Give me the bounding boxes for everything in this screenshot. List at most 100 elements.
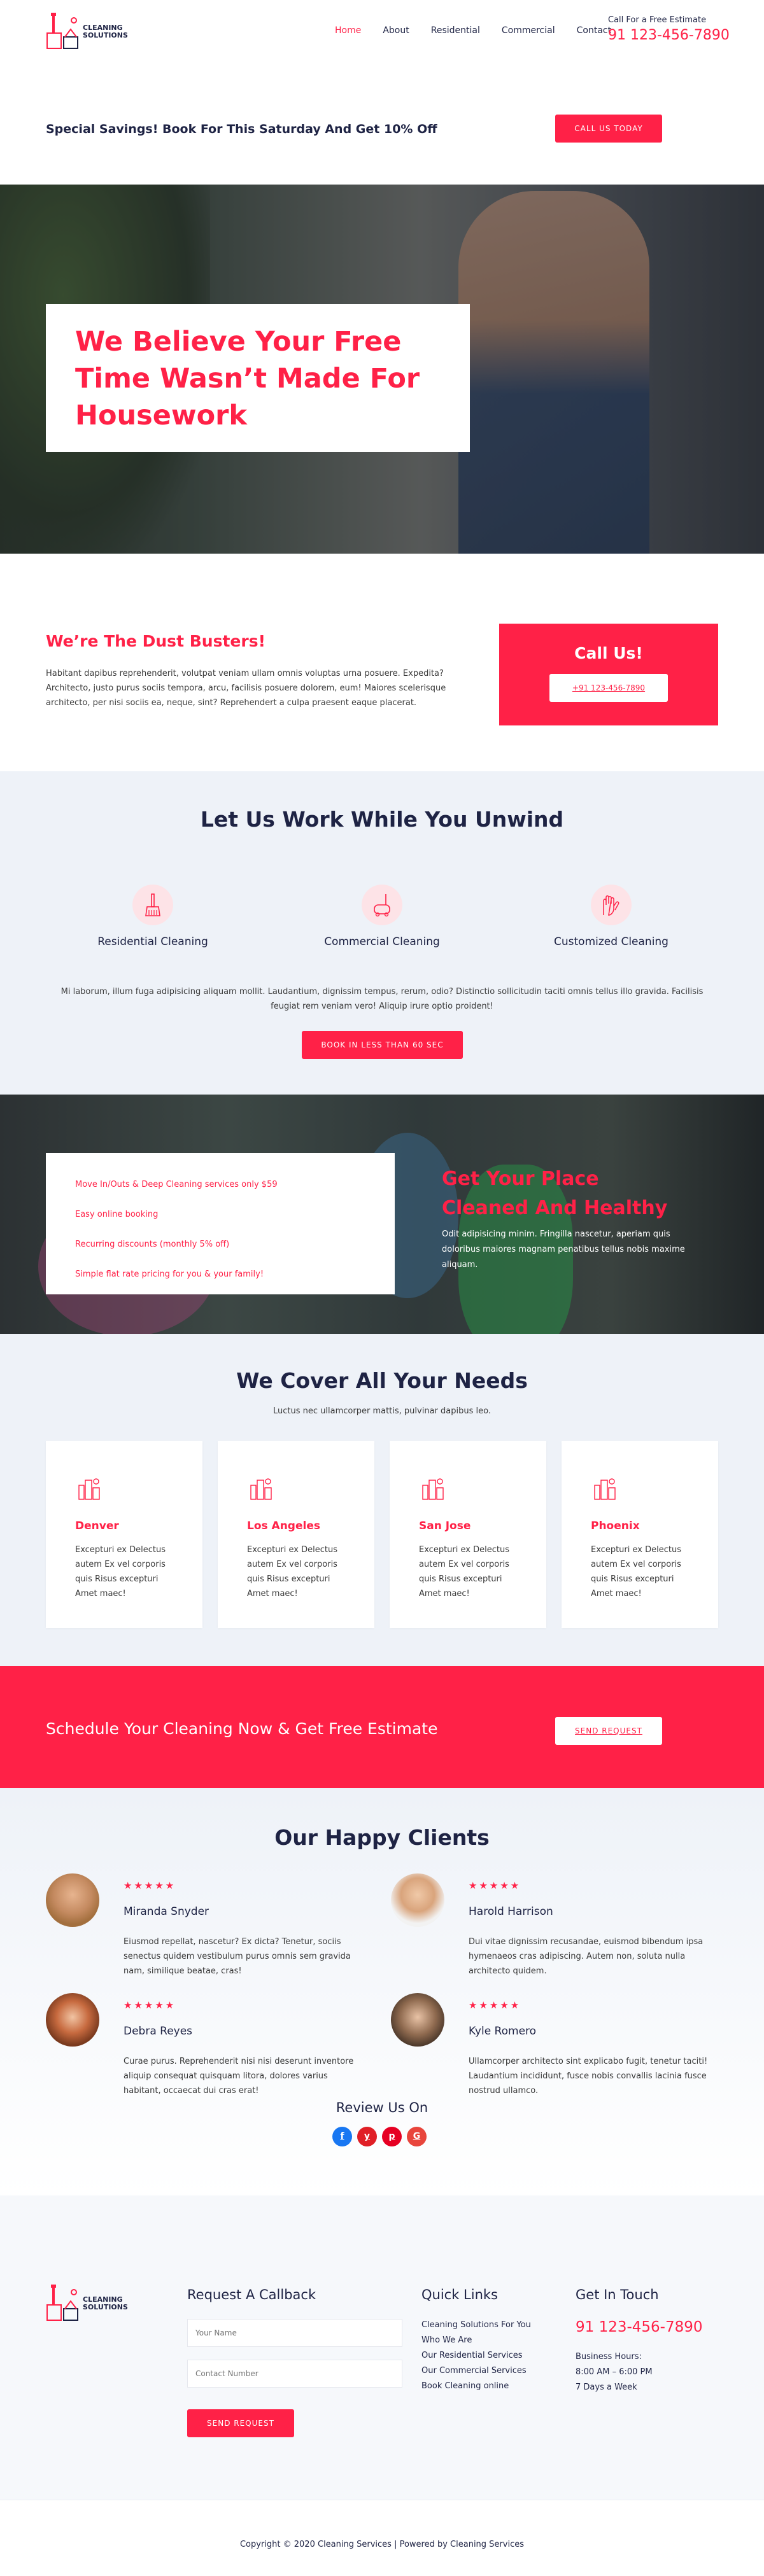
service-commercial[interactable]: Commercial Cleaning [286, 885, 478, 948]
service-label: Residential Cleaning [97, 935, 208, 948]
call-box: Call Us! +91 123-456-7890 [499, 624, 718, 725]
footer-send-request-button[interactable]: SEND REQUEST [187, 2409, 294, 2437]
quick-link[interactable]: Cleaning Solutions For You [421, 2318, 531, 2333]
city-card-phoenix[interactable]: Phoenix Excepturi ex Delectus autem Ex v… [562, 1441, 718, 1628]
feature-item: Easy online booking [75, 1210, 159, 1219]
city-name: San Jose [419, 1520, 471, 1532]
star-rating: ★★★★★ [124, 1999, 176, 2011]
header-estimate: Call For a Free Estimate 91 123-456-7890 [608, 15, 730, 43]
google-icon[interactable]: G [407, 2127, 427, 2146]
coverage-title: We Cover All Your Needs [236, 1368, 528, 1393]
pinterest-icon[interactable]: p [382, 2127, 402, 2146]
quick-link[interactable]: Our Residential Services [421, 2348, 531, 2363]
about-title: We’re The Dust Busters! [46, 632, 265, 650]
quick-link[interactable]: Our Commercial Services [421, 2363, 531, 2379]
coverage-subtitle: Luctus nec ullamcorper mattis, pulvinar … [273, 1406, 491, 1416]
reviewer-name: Harold Harrison [469, 1905, 553, 1918]
city-card-san-jose[interactable]: San Jose Excepturi ex Delectus autem Ex … [390, 1441, 546, 1628]
nav-contact[interactable]: Contact [577, 25, 611, 36]
quick-links: Cleaning Solutions For You Who We Are Ou… [421, 2318, 531, 2394]
business-hours: Business Hours: 8:00 AM – 6:00 PM 7 Days… [576, 2352, 653, 2392]
testimonials-section: Our Happy Clients ★★★★★ Miranda Snyder E… [0, 1788, 764, 2195]
services-description: Mi laborum, illum fuga adipisicing aliqu… [60, 987, 704, 1011]
review-text: Ullamcorper architecto sint explicabo fu… [469, 2057, 708, 2096]
get-in-touch-title: Get In Touch [576, 2287, 659, 2302]
city-text: Excepturi ex Delectus autem Ex vel corpo… [75, 1545, 166, 1599]
services-section: Let Us Work While You Unwind Residential… [0, 771, 764, 1095]
city-card-denver[interactable]: Denver Excepturi ex Delectus autem Ex ve… [46, 1441, 202, 1628]
estimate-label: Call For a Free Estimate [608, 15, 707, 25]
header-phone[interactable]: 91 123-456-7890 [608, 27, 730, 43]
city-icon [594, 1478, 616, 1500]
testimonials-title: Our Happy Clients [274, 1825, 490, 1850]
features-card: Move In/Outs & Deep Cleaning services on… [46, 1153, 395, 1294]
reviewer-name: Miranda Snyder [124, 1905, 209, 1918]
gloves-icon [591, 885, 632, 925]
nav-residential[interactable]: Residential [431, 25, 480, 36]
footer-phone[interactable]: 91 123-456-7890 [576, 2319, 703, 2335]
city-name: Denver [75, 1520, 119, 1532]
about-section: We’re The Dust Busters! Habitant dapibus… [0, 554, 764, 771]
about-text: Habitant dapibus reprehenderit, volutpat… [46, 669, 446, 708]
star-rating: ★★★★★ [124, 1880, 176, 1891]
logo-icon [46, 2285, 78, 2321]
contact-number-field[interactable] [187, 2360, 402, 2388]
send-request-button[interactable]: SEND REQUEST [555, 1717, 662, 1745]
city-text: Excepturi ex Delectus autem Ex vel corpo… [247, 1545, 337, 1599]
service-residential[interactable]: Residential Cleaning [57, 885, 248, 948]
city-icon [78, 1478, 100, 1500]
service-customized[interactable]: Customized Cleaning [516, 885, 707, 948]
vacuum-icon [362, 885, 402, 925]
logo-text: CLEANING SOLUTIONS [83, 2295, 128, 2311]
social-links: f y p G [332, 2127, 427, 2146]
main-nav: Home About Residential Commercial Contac… [335, 25, 633, 36]
logo[interactable]: CLEANING SOLUTIONS [46, 11, 135, 51]
site-footer: CLEANING SOLUTIONS Request A Callback SE… [0, 2195, 764, 2500]
hero-section: We Believe Your Free Time Wasn’t Made Fo… [0, 185, 764, 554]
quick-link[interactable]: Book Cleaning online [421, 2379, 531, 2394]
broom-icon [132, 885, 173, 925]
logo-icon [46, 13, 78, 49]
city-text: Excepturi ex Delectus autem Ex vel corpo… [591, 1545, 681, 1599]
features-section: Move In/Outs & Deep Cleaning services on… [0, 1095, 764, 1334]
callback-title: Request A Callback [187, 2287, 316, 2302]
avatar [46, 1993, 99, 2047]
features-text: Odit adipisicing minim. Fringilla nascet… [442, 1229, 685, 1270]
city-card-los-angeles[interactable]: Los Angeles Excepturi ex Delectus autem … [218, 1441, 374, 1628]
reviewer-name: Kyle Romero [469, 2025, 537, 2038]
city-text: Excepturi ex Delectus autem Ex vel corpo… [419, 1545, 509, 1599]
call-box-title: Call Us! [574, 644, 643, 662]
quick-links-title: Quick Links [421, 2287, 499, 2302]
feature-item: Simple flat rate pricing for you & your … [75, 1270, 264, 1279]
call-us-today-button[interactable]: CALL US TODAY [555, 115, 662, 143]
city-icon [422, 1478, 444, 1500]
review-text: Curae purus. Reprehenderit nisi nisi des… [124, 2057, 354, 2096]
feature-item: Move In/Outs & Deep Cleaning services on… [75, 1180, 278, 1189]
service-label: Customized Cleaning [554, 935, 668, 948]
review-text: Dui vitae dignissim recusandae, euismod … [469, 1937, 704, 1976]
avatar [391, 1993, 444, 2047]
call-phone-button[interactable]: +91 123-456-7890 [549, 674, 668, 702]
feature-item: Recurring discounts (monthly 5% off) [75, 1240, 230, 1249]
nav-home[interactable]: Home [335, 25, 361, 36]
coverage-section: We Cover All Your Needs Luctus nec ullam… [0, 1334, 764, 1666]
book-now-button[interactable]: BOOK IN LESS THAN 60 SEC [302, 1031, 463, 1059]
name-field[interactable] [187, 2319, 402, 2347]
star-rating: ★★★★★ [469, 1999, 521, 2011]
quick-link[interactable]: Who We Are [421, 2333, 531, 2348]
footer-logo[interactable]: CLEANING SOLUTIONS [46, 2283, 135, 2323]
hero-card: We Believe Your Free Time Wasn’t Made Fo… [46, 304, 470, 452]
review-us-title: Review Us On [336, 2100, 428, 2115]
copyright-bar: Copyright © 2020 Cleaning Services | Pow… [0, 2500, 764, 2576]
site-header: CLEANING SOLUTIONS Home About Residentia… [0, 0, 764, 62]
yelp-icon[interactable]: y [357, 2127, 377, 2146]
city-name: Los Angeles [247, 1520, 320, 1532]
nav-about[interactable]: About [383, 25, 409, 36]
review-text: Eiusmod repellat, nascetur? Ex dicta? Te… [124, 1937, 351, 1976]
promo-text: Special Savings! Book For This Saturday … [46, 122, 437, 136]
reviewer-name: Debra Reyes [124, 2025, 193, 2038]
star-rating: ★★★★★ [469, 1880, 521, 1891]
nav-commercial[interactable]: Commercial [502, 25, 555, 36]
copyright-text: Copyright © 2020 Cleaning Services | Pow… [239, 2540, 525, 2549]
facebook-icon[interactable]: f [332, 2127, 352, 2146]
